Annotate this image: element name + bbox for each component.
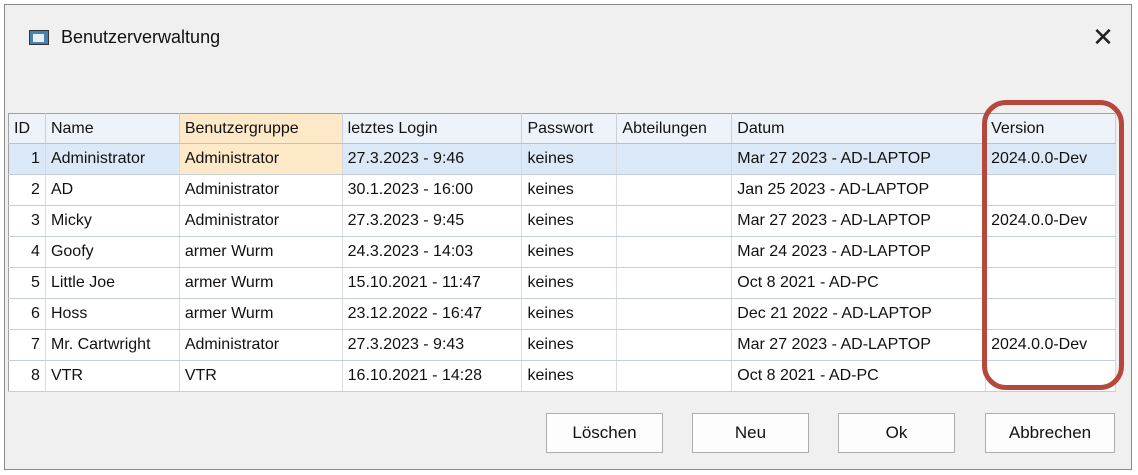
cell-version [985,298,1116,330]
cell-last-login: 24.3.2023 - 14:03 [342,236,523,268]
column-header-group[interactable]: Benutzergruppe [179,113,343,144]
cell-date: Oct 8 2021 - AD-PC [731,267,987,299]
cell-id: 2 [8,174,46,206]
cell-password: keines [521,205,618,237]
cell-id: 5 [8,267,46,299]
cell-id: 7 [8,329,46,361]
cell-version: 2024.0.0-Dev [985,143,1116,175]
cell-group: Administrator [179,329,343,361]
delete-button[interactable]: Löschen [546,413,663,453]
users-table: ID Name Benutzergruppe letztes Login Passwor… [8,113,1116,392]
table-row[interactable]: 4 Goofy armer Wurm 24.3.2023 - 14:03 keines M… [8,236,1116,268]
cell-version: 2024.0.0-Dev [985,205,1116,237]
table-row[interactable]: 6 Hoss armer Wurm 23.12.2022 - 16:47 keines D… [8,298,1116,330]
column-header-version[interactable]: Version [985,113,1116,144]
cell-departments [616,329,733,361]
cell-departments [616,360,733,392]
cell-group: armer Wurm [179,298,343,330]
table-header-row: ID Name Benutzergruppe letztes Login Passwor… [8,113,1116,144]
column-header-name[interactable]: Name [45,113,180,144]
cell-departments [616,205,733,237]
column-header-last-login[interactable]: letztes Login [342,113,523,144]
cell-password: keines [521,236,618,268]
cell-last-login: 27.3.2023 - 9:46 [342,143,523,175]
cell-password: keines [521,267,618,299]
cell-departments [616,143,733,175]
cell-last-login: 23.12.2022 - 16:47 [342,298,523,330]
table-row[interactable]: 3 Micky Administrator 27.3.2023 - 9:45 keine… [8,205,1116,237]
table-row[interactable]: 1 Administrator Administrator 27.3.2023 - 9… [8,143,1116,175]
cell-password: keines [521,143,618,175]
table-row[interactable]: 7 Mr. Cartwright Administrator 27.3.2023 - … [8,329,1116,361]
cell-id: 8 [8,360,46,392]
cell-id: 6 [8,298,46,330]
cell-group: armer Wurm [179,267,343,299]
cell-date: Jan 25 2023 - AD-LAPTOP [731,174,987,206]
cell-date: Oct 8 2021 - AD-PC [731,360,987,392]
cell-date: Mar 27 2023 - AD-LAPTOP [731,329,987,361]
cell-version [985,174,1116,206]
cell-name: Administrator [45,143,180,175]
cell-id: 3 [8,205,46,237]
cell-name: AD [45,174,180,206]
cell-password: keines [521,360,618,392]
cell-last-login: 27.3.2023 - 9:45 [342,205,523,237]
cell-password: keines [521,329,618,361]
cell-id: 1 [8,143,46,175]
cell-last-login: 15.10.2021 - 11:47 [342,267,523,299]
cell-departments [616,174,733,206]
column-header-date[interactable]: Datum [731,113,987,144]
cell-password: keines [521,298,618,330]
cancel-button[interactable]: Abbrechen [985,413,1115,453]
cell-name: Little Joe [45,267,180,299]
window-app-icon [29,30,49,45]
cell-group: armer Wurm [179,236,343,268]
cell-group: Administrator [179,174,343,206]
table-row[interactable]: 8 VTR VTR 16.10.2021 - 14:28 keines Oct 8 202… [8,360,1116,392]
cell-departments [616,236,733,268]
cell-group: Administrator [179,205,343,237]
cell-group: Administrator [179,143,343,175]
table-row[interactable]: 2 AD Administrator 30.1.2023 - 16:00 keines J… [8,174,1116,206]
cell-name: Micky [45,205,180,237]
ok-button[interactable]: Ok [838,413,955,453]
cell-date: Mar 27 2023 - AD-LAPTOP [731,143,987,175]
column-header-departments[interactable]: Abteilungen [616,113,733,144]
column-header-id[interactable]: ID [8,113,46,144]
cell-date: Mar 27 2023 - AD-LAPTOP [731,205,987,237]
cell-version: 2024.0.0-Dev [985,329,1116,361]
cell-last-login: 16.10.2021 - 14:28 [342,360,523,392]
close-icon[interactable]: ✕ [1085,19,1121,55]
cell-name: Hoss [45,298,180,330]
cell-version [985,267,1116,299]
cell-date: Mar 24 2023 - AD-LAPTOP [731,236,987,268]
table-row[interactable]: 5 Little Joe armer Wurm 15.10.2021 - 11:47 k… [8,267,1116,299]
cell-id: 4 [8,236,46,268]
cell-last-login: 30.1.2023 - 16:00 [342,174,523,206]
cell-name: Mr. Cartwright [45,329,180,361]
window-title: Benutzerverwaltung [61,27,221,47]
cell-last-login: 27.3.2023 - 9:43 [342,329,523,361]
cell-date: Dec 21 2022 - AD-LAPTOP [731,298,987,330]
cell-departments [616,267,733,299]
cell-group: VTR [179,360,343,392]
column-header-password[interactable]: Passwort [521,113,618,144]
cell-name: VTR [45,360,180,392]
cell-name: Goofy [45,236,180,268]
cell-password: keines [521,174,618,206]
title-bar: Benutzerverwaltung ✕ [5,5,1131,75]
cell-version [985,360,1116,392]
cell-version [985,236,1116,268]
cell-departments [616,298,733,330]
new-button[interactable]: Neu [692,413,809,453]
